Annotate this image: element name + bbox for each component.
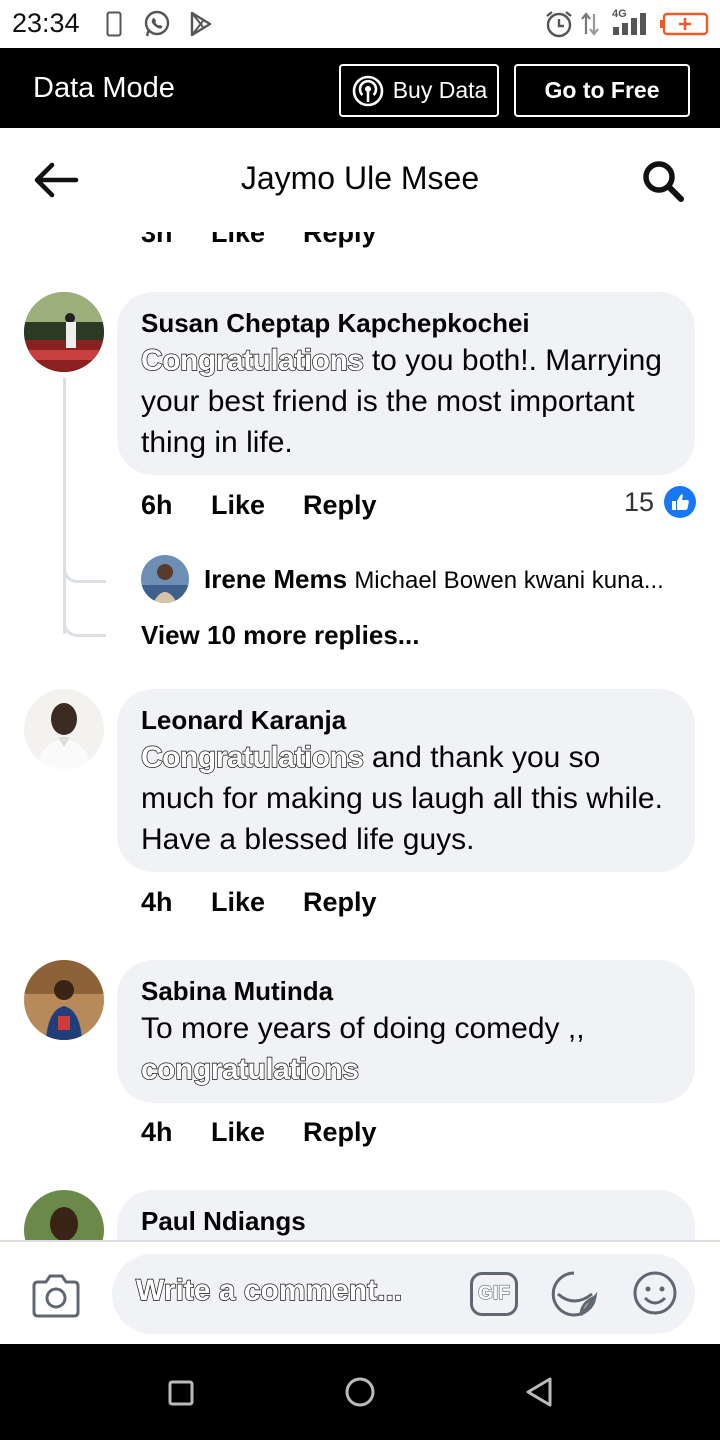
- avatar[interactable]: [24, 292, 104, 372]
- thread-connector: [63, 554, 106, 583]
- system-nav-bar: [0, 1344, 720, 1440]
- like-reaction-icon: [664, 486, 696, 523]
- reply-text: Michael Bowen kwani kuna...: [354, 567, 664, 594]
- reply-button[interactable]: Reply: [303, 490, 377, 521]
- home-icon[interactable]: [344, 1376, 376, 1413]
- buy-data-label: Buy Data: [392, 77, 488, 103]
- reply-button[interactable]: Reply: [303, 887, 377, 918]
- comment-text: To more years of doing comedy ,,: [141, 1012, 585, 1045]
- comment-bubble[interactable]: Paul Ndiangs: [117, 1190, 695, 1240]
- status-time: 23:34: [12, 8, 80, 38]
- data-arrows-icon: [578, 10, 602, 38]
- battery-icon: [658, 10, 710, 38]
- sticker-icon[interactable]: [550, 1270, 600, 1323]
- gif-icon[interactable]: GIF: [470, 1272, 518, 1316]
- comment-time: 4h: [141, 1117, 173, 1147]
- comment-text: Congratulations to you both!. Marrying y…: [140, 340, 671, 463]
- comment-composer: Write a comment... GIF: [0, 1240, 720, 1344]
- comment-bubble[interactable]: Susan Cheptap Kapchepkochei Congratulati…: [117, 292, 695, 475]
- go-to-free-button[interactable]: Go to Free: [514, 64, 690, 117]
- broadcast-icon: [351, 74, 385, 108]
- whatsapp-icon: [142, 10, 172, 38]
- camera-icon[interactable]: [30, 1272, 82, 1320]
- reply-preview[interactable]: Irene Mems Michael Bowen kwani kuna...: [204, 564, 664, 595]
- thread-connector: [63, 608, 106, 637]
- view-more-replies-link[interactable]: View 10 more replies...: [141, 620, 419, 651]
- comment-time: 6h: [141, 490, 173, 520]
- page-header: Jaymo Ule Msee: [0, 128, 720, 232]
- status-bar: 23:34 4G: [0, 0, 720, 48]
- avatar[interactable]: [24, 689, 104, 769]
- reply-button[interactable]: Reply: [303, 232, 377, 249]
- avatar[interactable]: [141, 555, 189, 603]
- comment-bubble[interactable]: Leonard Karanja Congratulations and than…: [117, 689, 695, 872]
- like-button[interactable]: Like: [211, 887, 265, 918]
- sim-icon: [104, 10, 124, 38]
- like-button[interactable]: Like: [211, 490, 265, 521]
- page-title: Jaymo Ule Msee: [240, 160, 480, 196]
- highlighted-word[interactable]: Congratulations: [140, 343, 364, 377]
- thread-line: [63, 378, 66, 634]
- avatar[interactable]: [24, 1190, 104, 1240]
- like-button[interactable]: Like: [211, 1117, 265, 1148]
- avatar[interactable]: [24, 960, 104, 1040]
- comment-text: Congratulations and thank you so much fo…: [140, 737, 671, 860]
- highlighted-word[interactable]: Congratulations: [140, 740, 364, 774]
- comment-input[interactable]: Write a comment... GIF: [112, 1254, 695, 1334]
- comment-author[interactable]: Susan Cheptap Kapchepkochei: [141, 306, 671, 340]
- gif-label: GIF: [478, 1282, 511, 1304]
- signal-icon: [610, 10, 650, 38]
- comment-time: 4h: [141, 887, 173, 917]
- play-store-icon: [188, 10, 214, 38]
- recents-icon[interactable]: [168, 1380, 194, 1411]
- buy-data-button[interactable]: Buy Data: [339, 64, 499, 117]
- comment-bubble[interactable]: Sabina Mutinda To more years of doing co…: [117, 960, 695, 1103]
- back-icon[interactable]: [524, 1376, 554, 1413]
- comment-author[interactable]: Sabina Mutinda: [141, 974, 671, 1008]
- comment-placeholder: Write a comment...: [135, 1273, 403, 1307]
- alarm-icon: [544, 10, 574, 38]
- data-mode-bar: Data Mode Buy Data Go to Free: [0, 48, 720, 128]
- data-mode-title: Data Mode: [33, 72, 175, 104]
- reaction-count[interactable]: 15: [624, 487, 654, 518]
- highlighted-word[interactable]: congratulations: [140, 1052, 359, 1086]
- comment-time: 3h: [141, 232, 173, 248]
- comment-author[interactable]: Paul Ndiangs: [141, 1204, 671, 1238]
- reply-author[interactable]: Irene Mems: [204, 564, 347, 594]
- comments-list: 3h Like Reply Susan Cheptap Kapchepkoche…: [0, 232, 720, 1240]
- emoji-icon[interactable]: [632, 1270, 678, 1321]
- like-button[interactable]: Like: [211, 232, 265, 249]
- search-icon[interactable]: [640, 158, 686, 204]
- reply-button[interactable]: Reply: [303, 1117, 377, 1148]
- comment-author[interactable]: Leonard Karanja: [141, 703, 671, 737]
